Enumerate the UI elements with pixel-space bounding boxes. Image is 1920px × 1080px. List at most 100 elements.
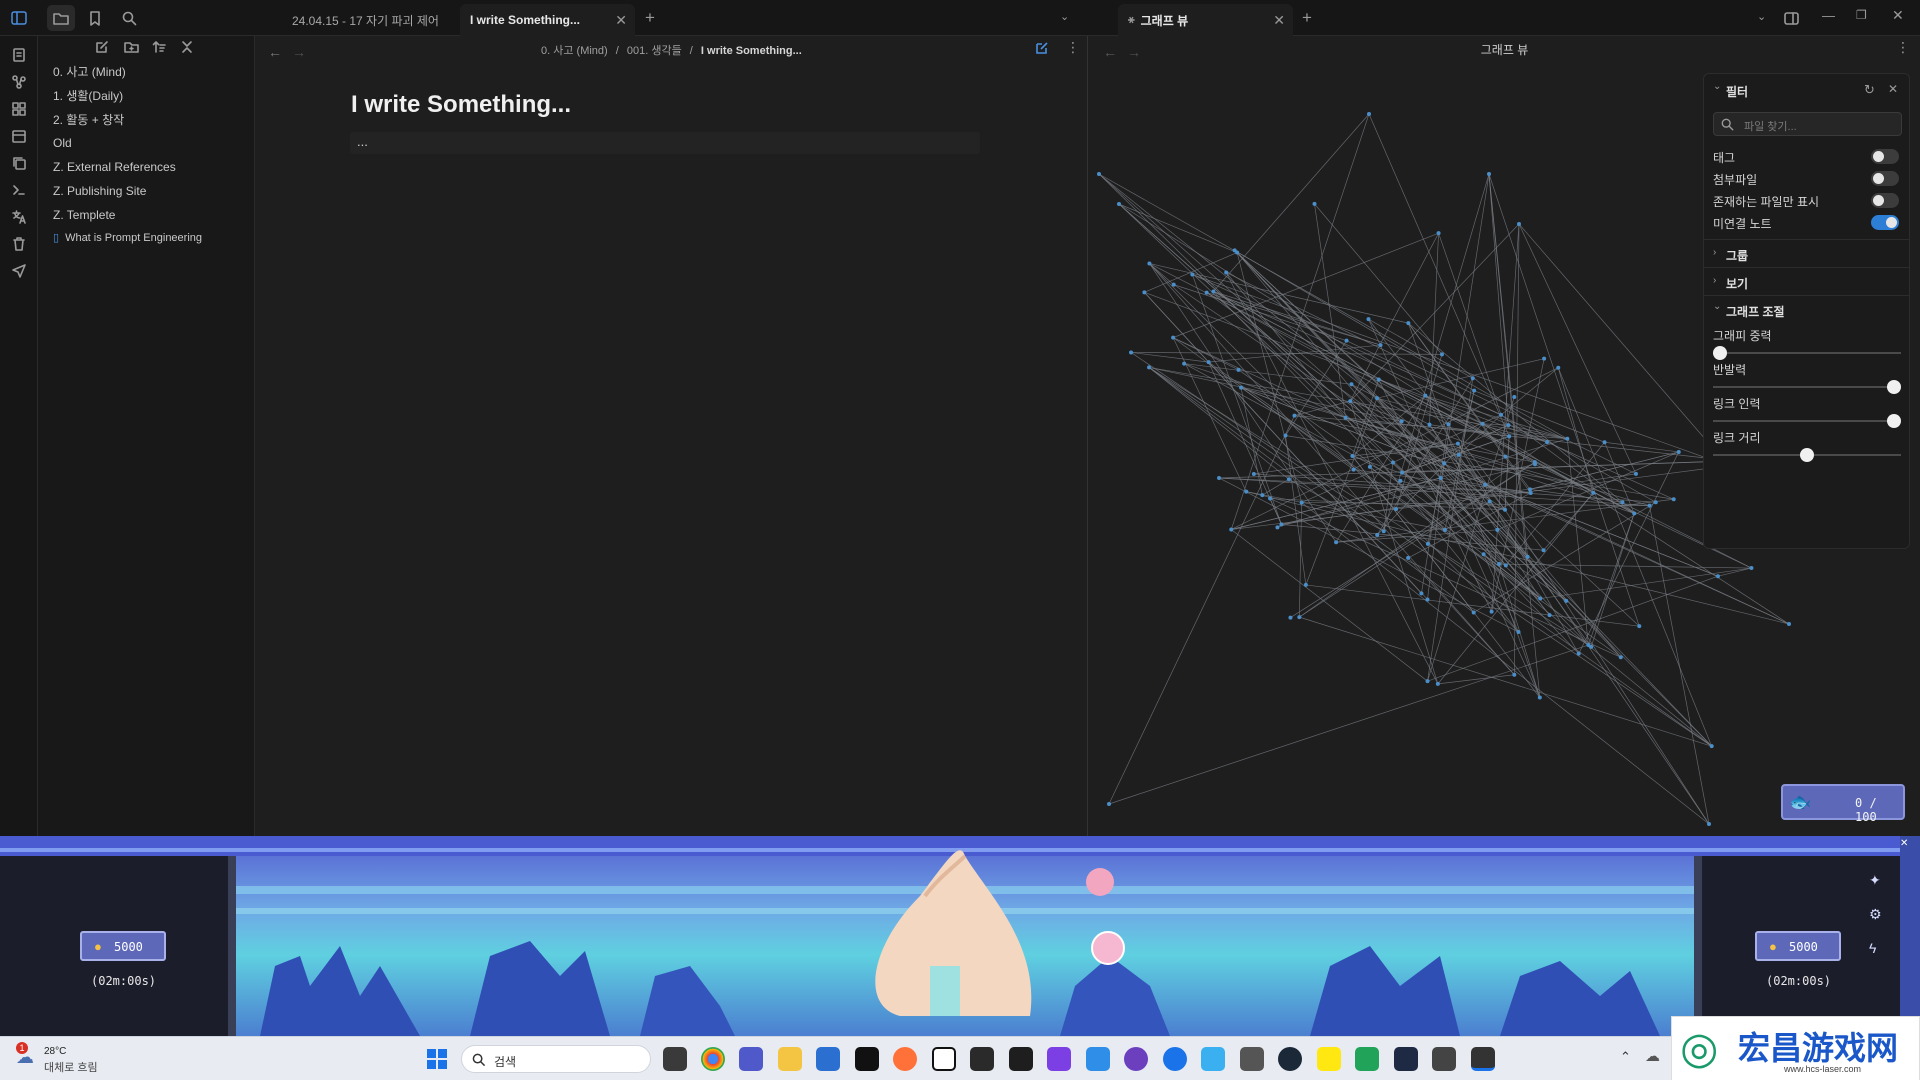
graph-node[interactable] bbox=[1676, 449, 1681, 454]
graph-node[interactable] bbox=[1292, 413, 1297, 418]
graph-node[interactable] bbox=[1435, 681, 1440, 686]
chevron-down-icon[interactable]: ⌄ bbox=[1713, 81, 1721, 92]
steam-icon[interactable] bbox=[1278, 1047, 1302, 1071]
file-item[interactable]: ▯ What is Prompt Engineering bbox=[53, 231, 202, 244]
epic-games-icon[interactable] bbox=[970, 1047, 994, 1071]
forces-section[interactable]: 그래프 조절 bbox=[1726, 303, 1785, 320]
edit-mode-icon[interactable] bbox=[1035, 41, 1049, 60]
graph-node[interactable] bbox=[1190, 272, 1195, 277]
copy-icon[interactable] bbox=[9, 154, 29, 172]
unity-editor-icon[interactable] bbox=[1471, 1047, 1495, 1071]
graph-node[interactable] bbox=[1147, 365, 1152, 370]
graph-node[interactable] bbox=[1283, 433, 1288, 438]
right-sidebar-toggle-icon[interactable] bbox=[1782, 9, 1800, 27]
graph-node[interactable] bbox=[1787, 622, 1791, 626]
file-explorer-app-icon[interactable] bbox=[778, 1047, 802, 1071]
graph-node[interactable] bbox=[1715, 574, 1720, 579]
graph-node[interactable] bbox=[1545, 440, 1550, 445]
graph-node[interactable] bbox=[1260, 493, 1265, 498]
gravity-slider[interactable] bbox=[1713, 346, 1901, 360]
task-view-icon[interactable] bbox=[663, 1047, 687, 1071]
tab-list-chevron-icon[interactable]: ⌄ bbox=[1757, 10, 1766, 23]
graph-node[interactable] bbox=[1499, 412, 1504, 417]
graph-node[interactable] bbox=[1419, 591, 1424, 596]
graph-node[interactable] bbox=[1427, 422, 1432, 427]
close-game-icon[interactable]: ✕ bbox=[1900, 838, 1908, 849]
fish-counter-widget[interactable]: 🐟 0 / 100 bbox=[1781, 784, 1905, 824]
graph-node[interactable] bbox=[1527, 487, 1532, 492]
graph-node[interactable] bbox=[1232, 248, 1237, 253]
graph-node[interactable] bbox=[1344, 338, 1349, 343]
new-folder-icon[interactable] bbox=[124, 40, 139, 59]
graph-node[interactable] bbox=[1097, 172, 1101, 176]
graph-node[interactable] bbox=[1512, 672, 1517, 677]
graph-node[interactable] bbox=[1312, 201, 1317, 206]
tool-icon[interactable]: ⚙ bbox=[1869, 906, 1882, 923]
graph-node[interactable] bbox=[1483, 482, 1488, 487]
graph-node[interactable] bbox=[1436, 231, 1441, 236]
slider-thumb[interactable] bbox=[1713, 346, 1727, 360]
graph-node[interactable] bbox=[1275, 525, 1280, 530]
new-tab-icon[interactable]: + bbox=[1302, 8, 1312, 28]
chevron-right-icon[interactable]: › bbox=[1713, 275, 1716, 286]
graph-node[interactable] bbox=[1366, 317, 1371, 322]
coin-counter-left[interactable]: ● 5000 bbox=[80, 931, 166, 961]
graph-node[interactable] bbox=[1398, 478, 1403, 483]
graph-node[interactable] bbox=[1547, 613, 1552, 618]
graph-node[interactable] bbox=[1586, 643, 1591, 648]
graph-node[interactable] bbox=[1709, 744, 1714, 749]
tray-chevron-icon[interactable]: ⌃ bbox=[1620, 1049, 1631, 1065]
unity-hub-icon[interactable] bbox=[1432, 1047, 1456, 1071]
translate-icon[interactable] bbox=[9, 208, 29, 226]
chevron-right-icon[interactable]: › bbox=[1713, 247, 1716, 258]
graph-node[interactable] bbox=[1497, 562, 1502, 567]
graph-node[interactable] bbox=[1632, 511, 1637, 516]
graph-node[interactable] bbox=[1268, 496, 1273, 501]
graph-node[interactable] bbox=[1489, 609, 1494, 614]
graph-node[interactable] bbox=[1406, 321, 1411, 326]
groups-section[interactable]: 그룹 bbox=[1726, 247, 1748, 264]
forward-arrow-icon[interactable]: → bbox=[292, 44, 306, 60]
graph-node[interactable] bbox=[1438, 476, 1443, 481]
graph-node[interactable] bbox=[1297, 615, 1302, 620]
start-icon[interactable] bbox=[426, 1048, 448, 1075]
graph-node[interactable] bbox=[1334, 540, 1339, 545]
restore-icon[interactable]: ❐ bbox=[1856, 8, 1867, 22]
graph-node[interactable] bbox=[1503, 563, 1508, 568]
graph-node[interactable] bbox=[1470, 376, 1475, 381]
graph-node[interactable] bbox=[1251, 471, 1256, 476]
firefox-icon[interactable] bbox=[893, 1047, 917, 1071]
graph-node[interactable] bbox=[1749, 566, 1754, 571]
tab-list-chevron-icon[interactable]: ⌄ bbox=[1060, 10, 1069, 23]
graph-node[interactable] bbox=[1367, 112, 1371, 116]
obsidian-icon[interactable] bbox=[1047, 1047, 1071, 1071]
kakaotalk-icon[interactable] bbox=[1317, 1047, 1341, 1071]
notion-icon[interactable] bbox=[932, 1047, 956, 1071]
minimize-icon[interactable]: — bbox=[1822, 8, 1835, 23]
app-hex-icon[interactable] bbox=[1394, 1047, 1418, 1071]
graph-node[interactable] bbox=[1537, 695, 1542, 700]
unity-icon[interactable] bbox=[1240, 1047, 1264, 1071]
graph-node[interactable] bbox=[1455, 441, 1460, 446]
folder-item[interactable]: 1. 생활(Daily) bbox=[53, 87, 123, 104]
toggle-tags[interactable] bbox=[1871, 149, 1899, 164]
search-icon[interactable] bbox=[119, 8, 139, 28]
repel-slider[interactable] bbox=[1713, 380, 1901, 394]
graph-node[interactable] bbox=[1525, 554, 1530, 559]
toggle-existing-only[interactable] bbox=[1871, 193, 1899, 208]
graph-view-icon[interactable] bbox=[9, 73, 29, 91]
graph-node[interactable] bbox=[1439, 352, 1444, 357]
graph-node[interactable] bbox=[1517, 222, 1521, 226]
store-icon[interactable] bbox=[816, 1047, 840, 1071]
figma-icon[interactable] bbox=[1009, 1047, 1033, 1071]
collapse-all-icon[interactable] bbox=[181, 40, 193, 59]
breadcrumb-folder[interactable]: 0. 사고 (Mind) bbox=[541, 45, 608, 57]
graph-node[interactable] bbox=[1503, 507, 1508, 512]
new-tab-icon[interactable]: + bbox=[645, 8, 655, 28]
folder-item[interactable]: Z. Templete bbox=[53, 208, 115, 222]
graph-node[interactable] bbox=[1378, 343, 1383, 348]
file-explorer-icon[interactable] bbox=[47, 5, 75, 31]
graph-node[interactable] bbox=[1303, 582, 1308, 587]
send-icon[interactable] bbox=[9, 262, 29, 280]
graph-node[interactable] bbox=[1129, 350, 1134, 355]
